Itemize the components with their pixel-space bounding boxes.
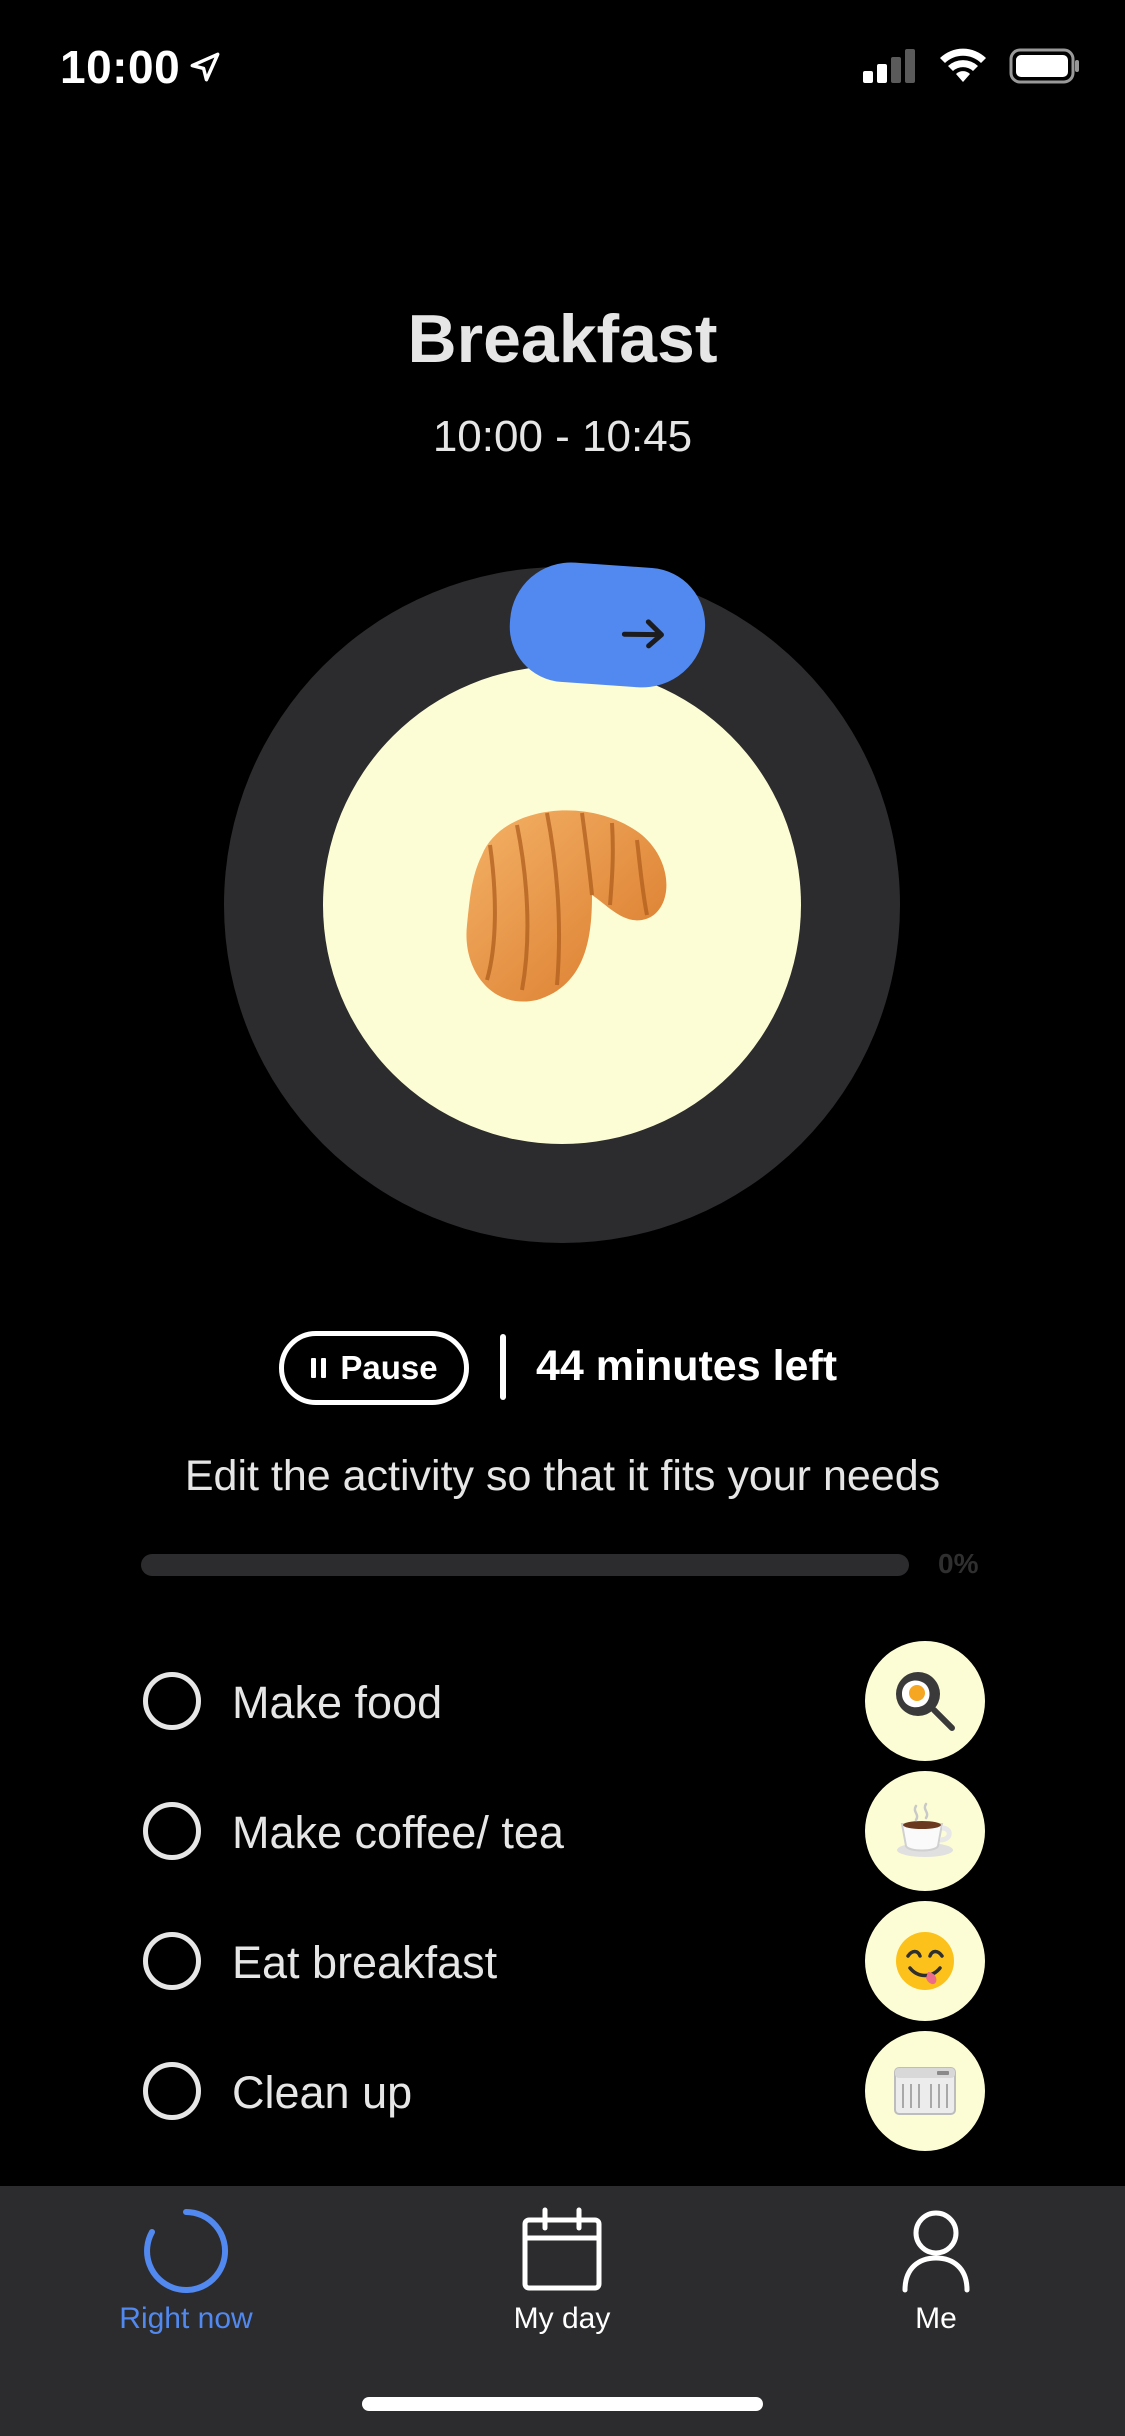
wifi-icon (940, 48, 986, 82)
task-icon-circle (865, 2031, 985, 2151)
task-checkbox[interactable] (143, 2062, 201, 2120)
home-indicator[interactable] (362, 2397, 763, 2411)
controls-divider (500, 1334, 506, 1400)
arrow-right-icon (621, 619, 664, 649)
dishwasher-icon (894, 2067, 956, 2115)
fried-egg-pan-icon (896, 1672, 955, 1731)
task-item[interactable]: Clean up (140, 2031, 985, 2151)
activity-image-circle (323, 666, 801, 1144)
yummy-face-icon (896, 1932, 954, 1990)
tab-label: Right now (119, 2302, 253, 2335)
screen: 10:00 Breakfast 10:00 - 10:45 Pause 44 m… (0, 0, 1125, 2436)
battery-icon (1009, 48, 1079, 84)
task-progress-percent: 0% (938, 1548, 979, 1579)
pause-icon (311, 1358, 327, 1378)
activity-title: Breakfast (407, 301, 718, 377)
task-checkbox[interactable] (143, 1932, 201, 1990)
task-label: Make coffee/ tea (232, 1807, 564, 1858)
pause-button[interactable]: Pause (279, 1331, 469, 1405)
tab-label: Me (915, 2302, 957, 2335)
task-icon-circle (865, 1771, 985, 1891)
task-icon-circle (865, 1901, 985, 2021)
coffee-cup-icon (897, 1802, 953, 1857)
task-item[interactable]: Make food (140, 1641, 985, 1761)
status-time-text: 10:00 (60, 41, 181, 93)
task-icon-circle (865, 1641, 985, 1761)
calendar-icon (522, 2207, 602, 2291)
task-checkbox[interactable] (143, 1672, 201, 1730)
timer-drag-handle[interactable] (506, 558, 709, 692)
task-item[interactable]: Make coffee/ tea (140, 1771, 985, 1891)
time-left-text: 44 minutes left (536, 1342, 838, 1390)
task-label: Clean up (232, 2067, 413, 2118)
pause-button-label: Pause (340, 1349, 438, 1386)
activity-time-range: 10:00 - 10:45 (432, 412, 693, 461)
task-label: Make food (232, 1677, 443, 1728)
edit-activity-hint[interactable]: Edit the activity so that it fits your n… (0, 1452, 1125, 1501)
status-bar-indicators (863, 48, 1081, 84)
tab-label: My day (513, 2302, 611, 2335)
progress-ring-icon (144, 2209, 229, 2293)
task-item[interactable]: Eat breakfast (140, 1901, 985, 2021)
croissant-icon (466, 810, 667, 1002)
location-arrow-icon (190, 52, 220, 82)
cellular-signal-icon (863, 49, 915, 83)
task-label: Eat breakfast (232, 1937, 498, 1988)
status-bar-time: 10:00 (60, 40, 222, 94)
task-checkbox[interactable] (143, 1802, 201, 1860)
tab-my-day[interactable]: My day (432, 2206, 692, 2336)
tab-me[interactable]: Me (806, 2206, 1066, 2336)
tab-right-now[interactable]: Right now (56, 2206, 316, 2336)
task-progress-bar (141, 1554, 909, 1576)
person-icon (902, 2210, 970, 2293)
